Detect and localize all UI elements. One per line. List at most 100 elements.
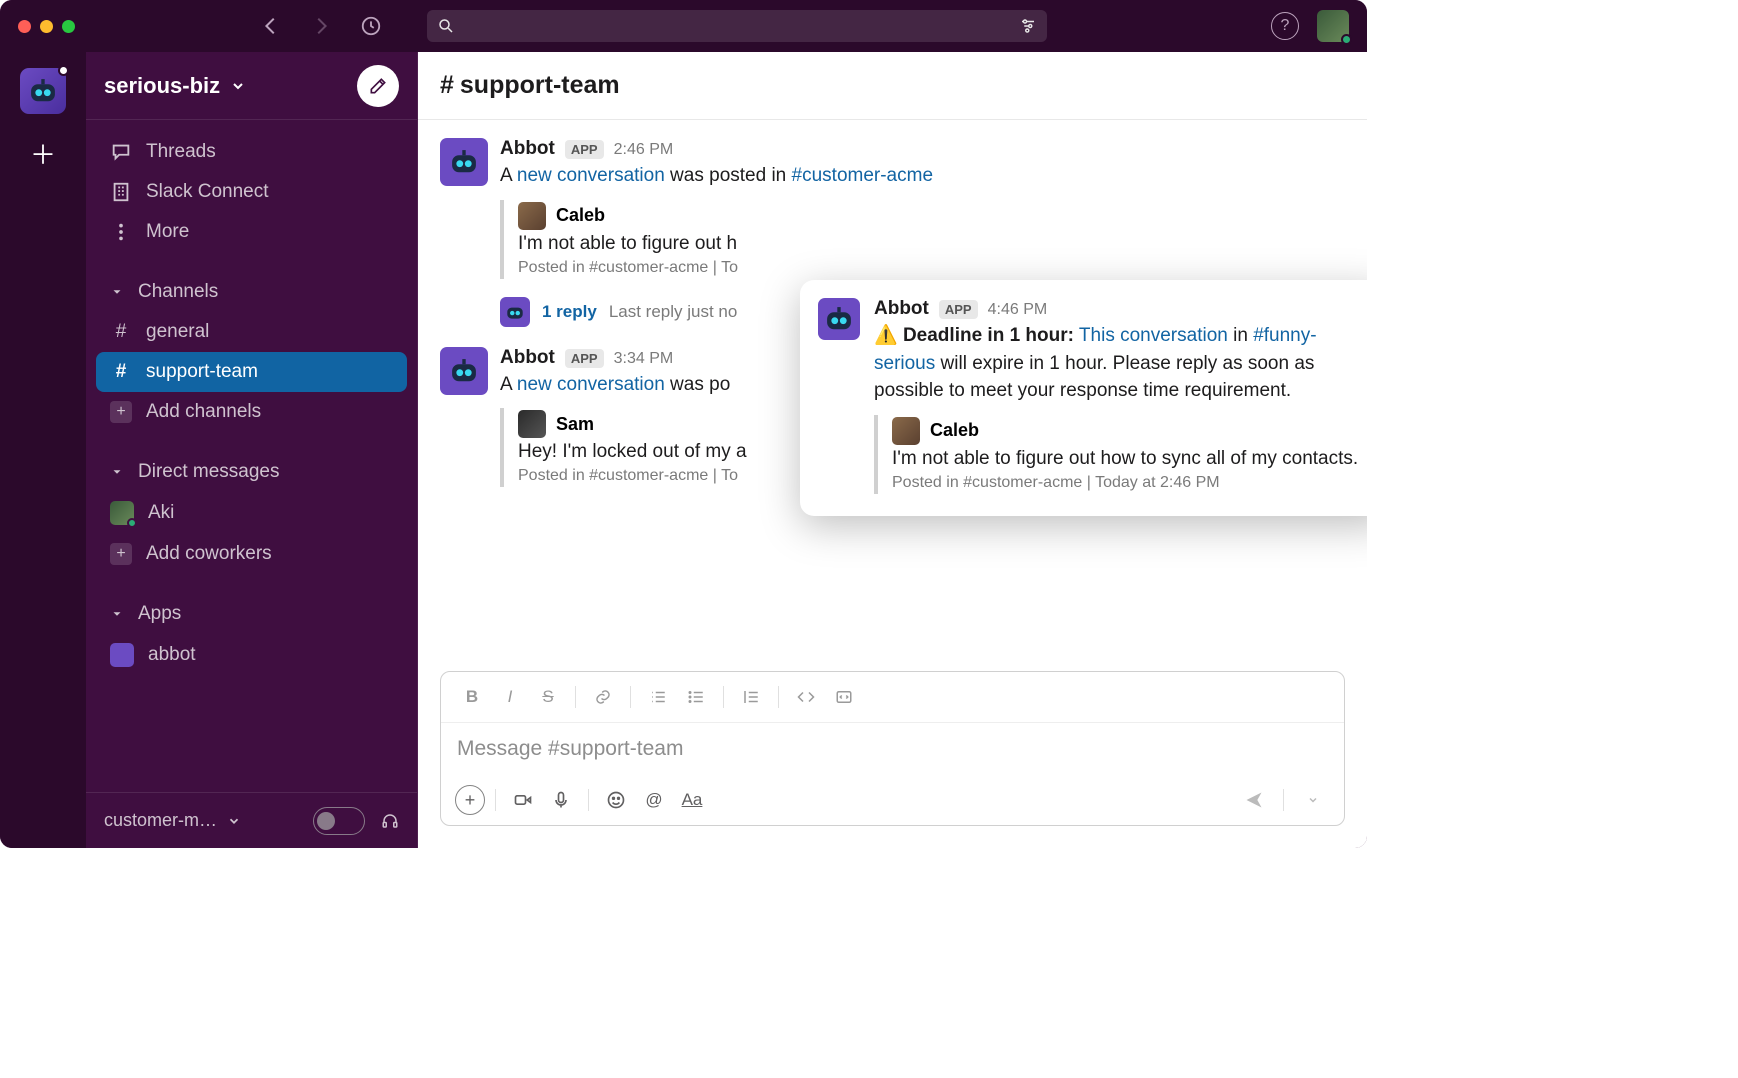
message-input[interactable]: Message #support-team [441, 723, 1344, 775]
conversation-link[interactable]: This conversation [1079, 325, 1228, 346]
help-button[interactable]: ? [1271, 12, 1299, 40]
app-avatar[interactable] [440, 138, 488, 186]
quote-meta: Posted in #customer-acme | To [518, 259, 1345, 277]
robot-icon [447, 354, 481, 388]
chevron-down-icon [227, 814, 241, 828]
dm-label: Aki [148, 502, 174, 524]
message-timestamp: 2:46 PM [614, 141, 674, 159]
channel-label: general [146, 321, 209, 343]
message-author[interactable]: Abbot [500, 138, 555, 160]
user-avatar-small [892, 417, 920, 445]
message-body: A new conversation was posted in #custom… [500, 162, 1345, 190]
italic-button[interactable]: I [493, 682, 527, 712]
quoted-message[interactable]: Caleb I'm not able to figure out h Poste… [500, 200, 1345, 279]
user-avatar-small [518, 410, 546, 438]
conversation-link[interactable]: new conversation [517, 165, 665, 186]
ordered-list-button[interactable] [641, 682, 675, 712]
codeblock-button[interactable] [827, 682, 861, 712]
sidebar: serious-biz Threads Slack Connect More [86, 52, 418, 848]
hash-icon: # [440, 71, 454, 99]
format-toolbar: B I S [441, 672, 1344, 723]
mention-button[interactable]: @ [637, 785, 671, 815]
window-controls [18, 20, 75, 33]
headphones-icon [381, 812, 399, 830]
bold-button[interactable]: B [455, 682, 489, 712]
quoted-message: Caleb I'm not able to figure out how to … [874, 415, 1367, 494]
app-badge: APP [565, 140, 604, 159]
sidebar-channels-heading[interactable]: Channels [86, 272, 417, 312]
send-button[interactable] [1237, 785, 1271, 815]
app-avatar-small [500, 297, 530, 327]
sidebar-threads-label: Threads [146, 141, 216, 163]
quote-text: I'm not able to figure out how to sync a… [892, 448, 1367, 470]
message-composer: B I S Message #support-team + [440, 671, 1345, 826]
add-coworkers-button[interactable]: + Add coworkers [86, 534, 417, 574]
dm-heading-label: Direct messages [138, 461, 280, 483]
send-options-button[interactable] [1296, 785, 1330, 815]
channel-label: support-team [146, 361, 258, 383]
workspace-switch-button[interactable] [20, 68, 66, 114]
reply-count[interactable]: 1 reply [542, 302, 597, 322]
channel-support-team[interactable]: # support-team [96, 352, 407, 392]
popup-body: ⚠️ Deadline in 1 hour: This conversation… [874, 322, 1367, 405]
message-author[interactable]: Abbot [500, 347, 555, 369]
nav-forward-button[interactable] [305, 10, 337, 42]
channel-header[interactable]: #support-team [418, 52, 1367, 120]
sidebar-footer[interactable]: customer-m… [86, 792, 417, 848]
sidebar-threads[interactable]: Threads [86, 132, 417, 172]
dm-aki[interactable]: Aki [86, 492, 417, 534]
app-abbot[interactable]: abbot [86, 634, 417, 676]
history-button[interactable] [355, 10, 387, 42]
sidebar-slack-connect-label: Slack Connect [146, 181, 269, 203]
user-avatar[interactable] [1317, 10, 1349, 42]
sidebar-more[interactable]: More [86, 212, 417, 252]
robot-icon [447, 145, 481, 179]
search-filter-button[interactable] [1019, 17, 1037, 35]
caret-down-icon [110, 607, 124, 621]
format-toggle-button[interactable]: Aa [675, 785, 709, 815]
strikethrough-button[interactable]: S [531, 682, 565, 712]
threads-icon [110, 141, 132, 163]
robot-icon [822, 302, 856, 336]
hash-icon: # [110, 361, 132, 383]
compose-button[interactable] [357, 65, 399, 107]
video-button[interactable] [506, 785, 540, 815]
code-button[interactable] [789, 682, 823, 712]
building-icon [110, 181, 132, 203]
emoji-button[interactable] [599, 785, 633, 815]
close-window-button[interactable] [18, 20, 31, 33]
quote-author: Caleb [930, 420, 979, 441]
notification-popup[interactable]: Abbot APP 4:46 PM ⚠️ Deadline in 1 hour:… [800, 280, 1367, 516]
warning-icon: ⚠️ [874, 325, 898, 346]
add-channels-button[interactable]: + Add channels [86, 392, 417, 432]
huddle-toggle[interactable] [313, 807, 365, 835]
app-avatar-small [110, 643, 134, 667]
minimize-window-button[interactable] [40, 20, 53, 33]
sidebar-slack-connect[interactable]: Slack Connect [86, 172, 417, 212]
channel-general[interactable]: # general [86, 312, 417, 352]
sidebar-header[interactable]: serious-biz [86, 52, 417, 120]
conversation-link[interactable]: new conversation [517, 374, 665, 395]
attach-button[interactable]: + [455, 785, 485, 815]
quote-author: Sam [556, 414, 594, 435]
search-input[interactable] [427, 10, 1047, 42]
blockquote-button[interactable] [734, 682, 768, 712]
caret-down-icon [110, 285, 124, 299]
audio-button[interactable] [544, 785, 578, 815]
add-workspace-button[interactable]: ＋ [24, 134, 62, 172]
footer-channel-label: customer-m… [104, 810, 217, 831]
popup-author: Abbot [874, 298, 929, 320]
channel-link[interactable]: #customer-acme [792, 165, 934, 186]
nav-back-button[interactable] [255, 10, 287, 42]
unordered-list-button[interactable] [679, 682, 713, 712]
maximize-window-button[interactable] [62, 20, 75, 33]
app-avatar[interactable] [440, 347, 488, 395]
robot-icon [26, 74, 60, 108]
plus-icon: + [110, 401, 132, 423]
quote-meta: Posted in #customer-acme | Today at 2:46… [892, 474, 1367, 492]
sidebar-dm-heading[interactable]: Direct messages [86, 452, 417, 492]
sidebar-apps-heading[interactable]: Apps [86, 594, 417, 634]
link-button[interactable] [586, 682, 620, 712]
apps-heading-label: Apps [138, 603, 181, 625]
message-timestamp: 3:34 PM [614, 350, 674, 368]
